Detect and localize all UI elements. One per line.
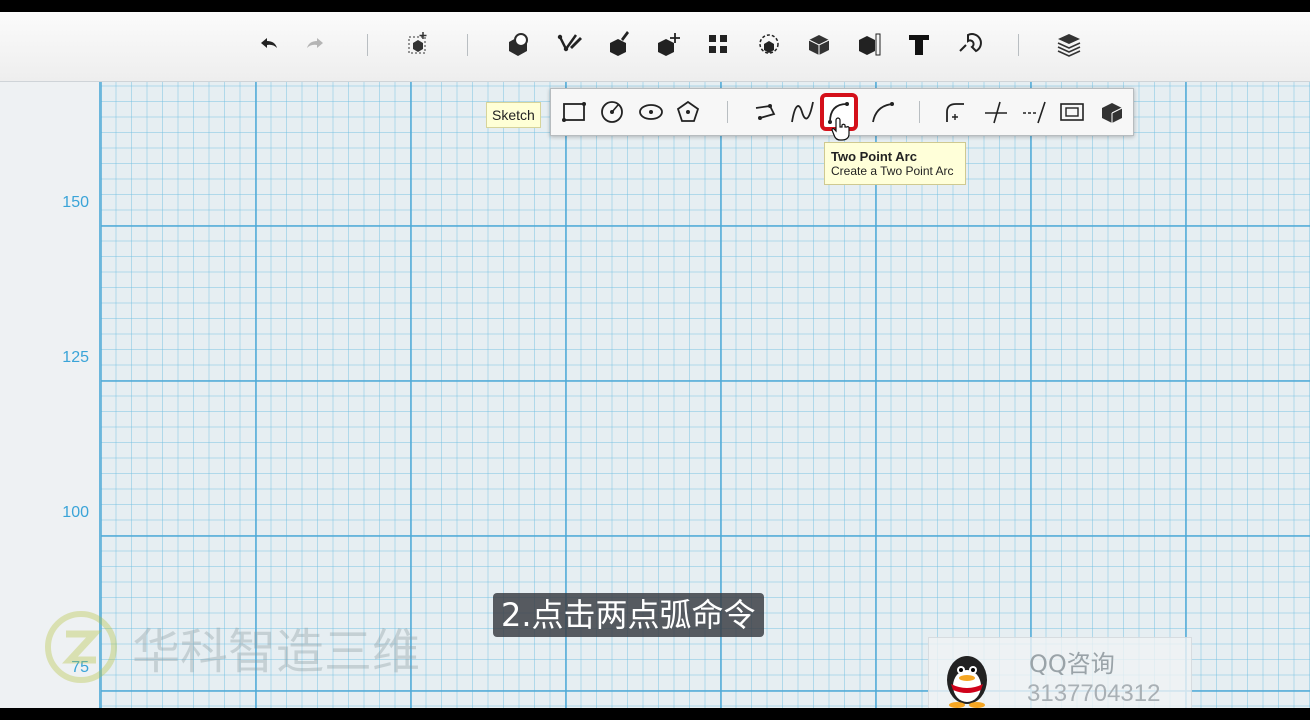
watermark: 华科智造三维 [44, 611, 421, 683]
offset-tool[interactable] [1057, 97, 1087, 127]
toolbar-separator [467, 34, 468, 56]
polyline-tool[interactable] [751, 97, 781, 127]
ellipse-icon [639, 104, 663, 120]
circle-tool[interactable] [597, 97, 627, 127]
toolbar-separator [1018, 34, 1019, 56]
video-caption: 2.点击两点弧命令 [493, 593, 764, 637]
construct-button[interactable] [600, 26, 636, 62]
trim-icon [985, 101, 1007, 124]
project-tool[interactable] [1097, 97, 1127, 127]
snap-icon [959, 33, 982, 53]
ruler-label: 100 [62, 504, 89, 521]
polygon-icon [676, 100, 700, 122]
tooltip-title: Two Point Arc [831, 149, 917, 164]
spline-icon [791, 101, 814, 123]
ellipse-tool[interactable] [636, 97, 666, 127]
grouping-button[interactable] [751, 26, 787, 62]
grouping-icon [759, 34, 779, 54]
pattern-icon [709, 35, 727, 53]
fillet-icon [946, 103, 964, 122]
rectangle-icon [562, 102, 586, 122]
polygon-tool[interactable] [673, 97, 703, 127]
three-point-arc-tool[interactable] [867, 97, 897, 127]
qq-contact-badge[interactable]: QQ咨询 3137704312 [928, 637, 1192, 708]
toolbar-separator [367, 34, 368, 56]
measure-button[interactable] [851, 26, 887, 62]
qq-number: 3137704312 [1027, 680, 1161, 707]
spline-tool[interactable] [788, 97, 818, 127]
flyout-separator [727, 101, 728, 123]
text-button[interactable] [901, 26, 937, 62]
trim-tool[interactable] [981, 97, 1011, 127]
redo-icon [307, 38, 323, 48]
redo-button[interactable] [298, 26, 334, 62]
circle-icon [601, 101, 623, 123]
polyline-icon [755, 104, 776, 120]
qq-penguin-icon [947, 656, 987, 708]
material-icon [1057, 34, 1081, 57]
project-icon [1102, 103, 1123, 123]
qq-label: QQ咨询 [1029, 650, 1115, 678]
sketch-icon [557, 34, 582, 52]
modify-icon [658, 33, 680, 56]
modify-button[interactable] [650, 26, 686, 62]
fillet-tool[interactable] [941, 97, 971, 127]
app-window: 150 125 100 75 Sketch Two Point Arc Crea… [0, 12, 1310, 708]
offset-icon [1060, 103, 1084, 121]
primitive-box-button[interactable] [400, 26, 436, 62]
combine-button[interactable] [801, 26, 837, 62]
flyout-separator [919, 101, 920, 123]
watermark-logo-icon [45, 611, 117, 683]
sketch-button[interactable] [551, 26, 587, 62]
construct-icon [610, 31, 629, 56]
primitives-icon [509, 33, 528, 56]
material-button[interactable] [1051, 26, 1087, 62]
undo-icon [261, 38, 277, 48]
measure-icon [859, 33, 881, 56]
watermark-text: 华科智造三维 [132, 624, 421, 680]
extend-icon [1023, 101, 1046, 124]
extend-tool[interactable] [1019, 97, 1049, 127]
primitive-box-icon [408, 32, 427, 54]
rectangle-tool[interactable] [559, 97, 589, 127]
snap-button[interactable] [951, 26, 987, 62]
ruler-label: 150 [62, 194, 89, 211]
combine-icon [808, 35, 830, 55]
undo-button[interactable] [250, 26, 286, 62]
tooltip-description: Create a Two Point Arc [831, 164, 954, 178]
sketch-menu-label: Sketch [486, 102, 541, 128]
primitives-button[interactable] [500, 26, 536, 62]
main-toolbar [0, 12, 1310, 82]
ruler-label: 125 [62, 349, 89, 366]
pattern-button[interactable] [700, 26, 736, 62]
text-icon [909, 35, 929, 55]
three-point-arc-icon [872, 102, 894, 123]
tooltip: Two Point Arc Create a Two Point Arc [824, 142, 966, 185]
